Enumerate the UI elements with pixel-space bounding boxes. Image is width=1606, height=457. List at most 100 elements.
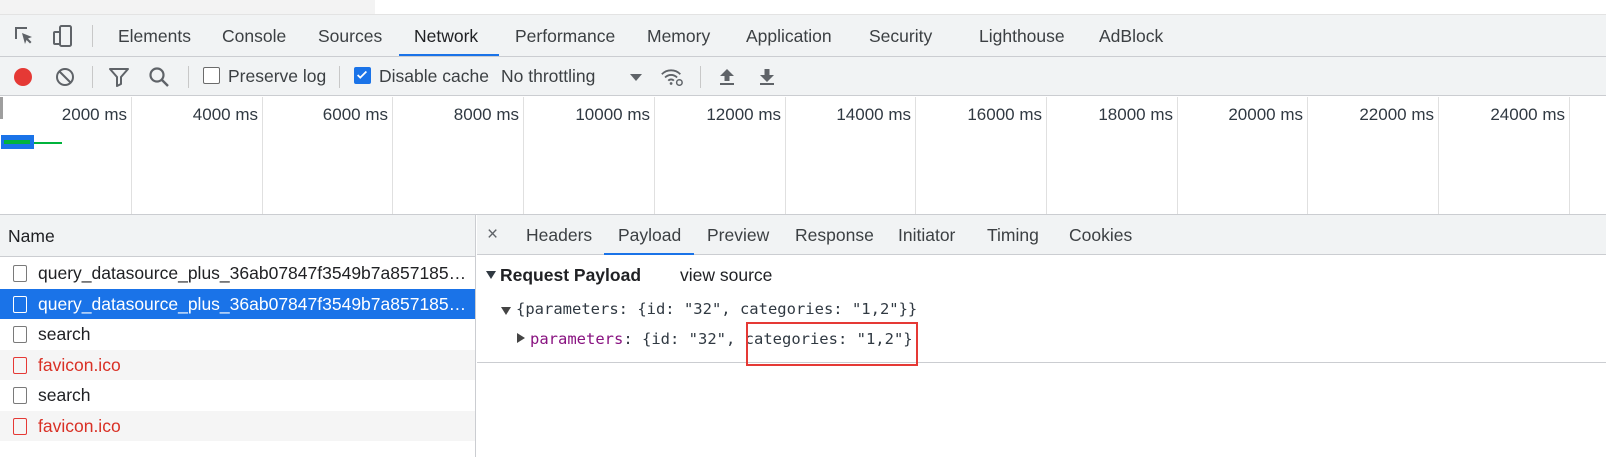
document-icon xyxy=(13,356,27,374)
overview-gridline xyxy=(1177,97,1178,214)
inspect-element-icon[interactable] xyxy=(12,24,36,48)
close-details-icon[interactable]: × xyxy=(487,215,498,255)
annotation-highlight-box xyxy=(746,322,918,366)
record-icon[interactable] xyxy=(11,65,35,89)
overview-request-bar xyxy=(4,140,30,144)
overview-gridline xyxy=(392,97,393,214)
request-name: query_datasource_plus_36ab07847f3549b7a8… xyxy=(38,263,468,283)
overview-tick-label: 10000 ms xyxy=(575,105,650,124)
request-row[interactable]: favicon.ico xyxy=(0,349,475,380)
parameters-value-prefix: : {id: "32", xyxy=(623,330,745,348)
tab-lighthouse[interactable]: Lighthouse xyxy=(979,15,1065,56)
device-toolbar-icon[interactable] xyxy=(51,24,75,48)
request-name: query_datasource_plus_36ab07847f3549b7a8… xyxy=(38,293,468,314)
export-har-icon[interactable] xyxy=(755,65,779,89)
overview-tick-label: 6000 ms xyxy=(322,105,388,124)
top-strip xyxy=(0,0,1606,15)
overview-tick-label: 22000 ms xyxy=(1359,105,1434,124)
view-source-link[interactable]: view source xyxy=(680,265,772,286)
tab-response[interactable]: Response xyxy=(795,215,874,256)
name-column-header[interactable]: Name xyxy=(0,215,475,257)
expand-payload-icon[interactable] xyxy=(501,307,511,315)
search-icon[interactable] xyxy=(147,65,171,89)
import-har-icon[interactable] xyxy=(715,65,739,89)
check-icon xyxy=(357,70,367,79)
filter-icon[interactable] xyxy=(107,65,131,89)
tab-payload[interactable]: Payload xyxy=(618,215,681,256)
overview-gridline xyxy=(1046,97,1047,214)
preserve-log-label: Preserve log xyxy=(228,66,327,86)
tab-elements[interactable]: Elements xyxy=(118,15,191,56)
clear-icon[interactable] xyxy=(53,65,77,89)
network-overview[interactable]: 2000 ms 4000 ms 6000 ms 8000 ms 10000 ms 1200… xyxy=(0,97,1606,215)
parameters-key: parameters xyxy=(530,330,624,348)
tab-memory[interactable]: Memory xyxy=(647,15,710,56)
document-icon xyxy=(13,387,27,404)
disable-cache-checkbox[interactable] xyxy=(354,67,371,84)
request-name: search xyxy=(38,324,91,344)
document-icon xyxy=(13,417,27,435)
overview-gridline xyxy=(523,97,524,214)
document-icon xyxy=(13,265,27,282)
tab-initiator[interactable]: Initiator xyxy=(898,215,955,256)
overview-gridline xyxy=(654,97,655,214)
devtools-tab-bar: Elements Console Sources Network Perform… xyxy=(0,15,1606,57)
request-row[interactable]: favicon.ico xyxy=(0,410,475,441)
toolbar-separator xyxy=(92,66,93,88)
payload-summary[interactable]: {parameters: {id: "32", categories: "1,2… xyxy=(516,300,917,318)
preserve-log-checkbox[interactable] xyxy=(203,67,220,84)
tab-cookies[interactable]: Cookies xyxy=(1069,215,1132,256)
request-details-panel: × Headers Payload Preview Response Initi… xyxy=(477,215,1606,457)
tab-preview[interactable]: Preview xyxy=(707,215,769,256)
network-conditions-icon[interactable] xyxy=(660,65,684,89)
collapse-section-icon[interactable] xyxy=(486,271,496,279)
throttling-select[interactable]: No throttling xyxy=(501,57,595,96)
tab-application[interactable]: Application xyxy=(746,15,832,56)
overview-tick-label: 14000 ms xyxy=(836,105,911,124)
name-column-label: Name xyxy=(8,226,55,246)
overview-gridline xyxy=(915,97,916,214)
toolbar-separator xyxy=(700,66,701,88)
active-tab-indicator xyxy=(399,54,499,56)
request-row[interactable]: query_datasource_plus_36ab07847f3549b7a8… xyxy=(0,258,475,288)
tab-adblock[interactable]: AdBlock xyxy=(1099,15,1163,56)
tab-bar-separator xyxy=(92,25,93,47)
tab-performance[interactable]: Performance xyxy=(515,15,615,56)
overview-tick-label: 18000 ms xyxy=(1098,105,1173,124)
tab-security[interactable]: Security xyxy=(869,15,932,56)
details-tab-bar: × Headers Payload Preview Response Initi… xyxy=(477,215,1606,255)
overview-left-marker xyxy=(0,97,3,119)
tab-headers[interactable]: Headers xyxy=(526,215,592,256)
dropdown-arrow-icon[interactable] xyxy=(624,65,648,89)
request-payload-section: Request Payload view source {parameters:… xyxy=(477,255,1606,363)
overview-gridline xyxy=(1569,97,1570,214)
request-list: Name query_datasource_plus_36ab07847f354… xyxy=(0,215,476,457)
overview-gridline xyxy=(1438,97,1439,214)
request-name: favicon.ico xyxy=(38,415,121,436)
overview-gridline xyxy=(1307,97,1308,214)
expand-parameters-icon[interactable] xyxy=(517,333,525,343)
overview-gridline xyxy=(131,97,132,214)
overview-gridline xyxy=(262,97,263,214)
request-row[interactable]: query_datasource_plus_36ab07847f3549b7a8… xyxy=(0,288,475,319)
request-row[interactable]: search xyxy=(0,319,475,349)
tab-timing[interactable]: Timing xyxy=(987,215,1039,256)
section-title[interactable]: Request Payload xyxy=(500,265,641,286)
network-toolbar: Preserve log Disable cache No throttling xyxy=(0,57,1606,96)
overview-tick-label: 16000 ms xyxy=(967,105,1042,124)
document-icon xyxy=(13,295,27,313)
tab-sources[interactable]: Sources xyxy=(318,15,382,56)
request-name: favicon.ico xyxy=(38,354,121,375)
overview-gridline xyxy=(785,97,786,214)
overview-tick-label: 2000 ms xyxy=(61,105,127,124)
overview-tick-label: 20000 ms xyxy=(1228,105,1303,124)
document-icon xyxy=(13,326,27,343)
top-strip-left xyxy=(0,0,375,14)
overview-tick-label: 12000 ms xyxy=(706,105,781,124)
tab-console[interactable]: Console xyxy=(222,15,286,56)
toolbar-separator xyxy=(188,66,189,88)
overview-tick-label: 24000 ms xyxy=(1490,105,1565,124)
request-row[interactable]: search xyxy=(0,380,475,410)
tab-network[interactable]: Network xyxy=(414,15,478,56)
toolbar-separator xyxy=(339,66,340,88)
